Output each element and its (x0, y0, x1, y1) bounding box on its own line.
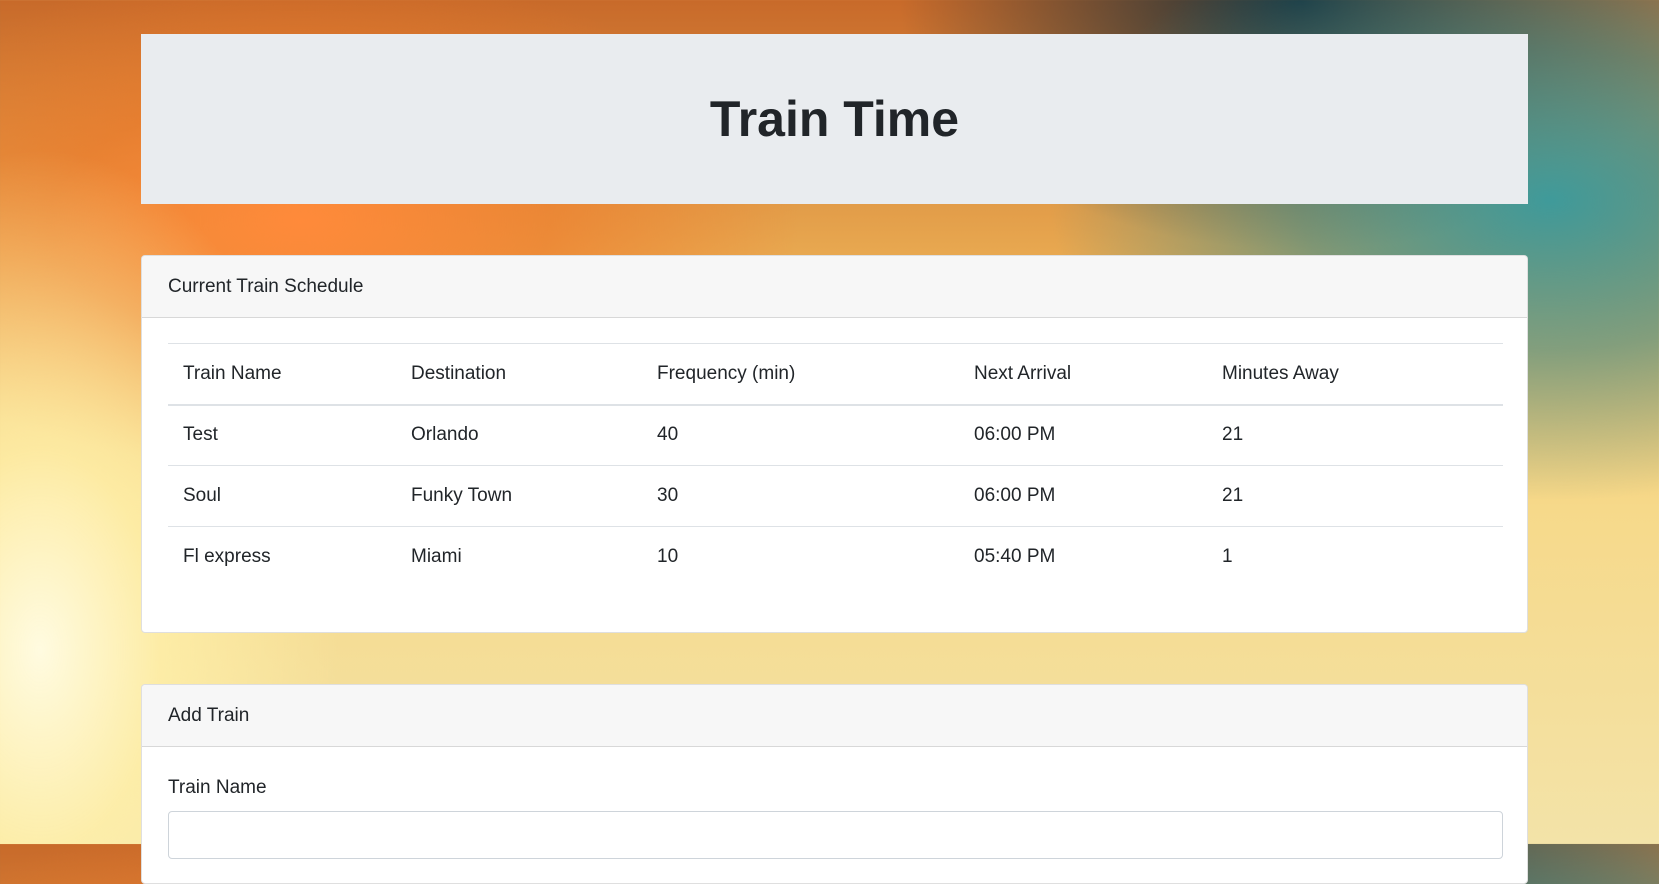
table-row: Soul Funky Town 30 06:00 PM 21 (168, 465, 1503, 527)
col-train-name: Train Name (168, 343, 396, 406)
cell-minutes-away: 21 (1207, 404, 1503, 466)
cell-destination: Funky Town (396, 465, 642, 527)
header-jumbotron: Train Time (141, 34, 1528, 204)
cell-train-name: Soul (168, 465, 396, 527)
cell-next-arrival: 06:00 PM (959, 465, 1207, 527)
cell-next-arrival: 06:00 PM (959, 404, 1207, 466)
add-train-card: Add Train Train Name (141, 684, 1528, 884)
add-train-card-header: Add Train (142, 685, 1527, 747)
cell-frequency: 40 (642, 404, 959, 466)
col-frequency: Frequency (min) (642, 343, 959, 406)
cell-destination: Miami (396, 526, 642, 588)
col-minutes-away: Minutes Away (1207, 343, 1503, 406)
cell-minutes-away: 1 (1207, 526, 1503, 588)
page-title: Train Time (709, 91, 960, 147)
cell-destination: Orlando (396, 404, 642, 466)
cell-minutes-away: 21 (1207, 465, 1503, 527)
cell-train-name: Test (168, 404, 396, 466)
table-row: Test Orlando 40 06:00 PM 21 (168, 404, 1503, 466)
col-destination: Destination (396, 343, 642, 406)
train-name-label: Train Name (168, 777, 267, 798)
cell-next-arrival: 05:40 PM (959, 526, 1207, 588)
schedule-card-header: Current Train Schedule (142, 256, 1527, 318)
schedule-table: Train Name Destination Frequency (min) N… (168, 343, 1503, 588)
cell-train-name: Fl express (168, 526, 396, 588)
cell-frequency: 10 (642, 526, 959, 588)
cell-frequency: 30 (642, 465, 959, 527)
table-row: Fl express Miami 10 05:40 PM 1 (168, 526, 1503, 588)
schedule-card: Current Train Schedule Train Name Destin… (141, 255, 1528, 633)
table-header-row: Train Name Destination Frequency (min) N… (168, 343, 1503, 406)
train-name-input[interactable] (168, 811, 1503, 859)
col-next-arrival: Next Arrival (959, 343, 1207, 406)
